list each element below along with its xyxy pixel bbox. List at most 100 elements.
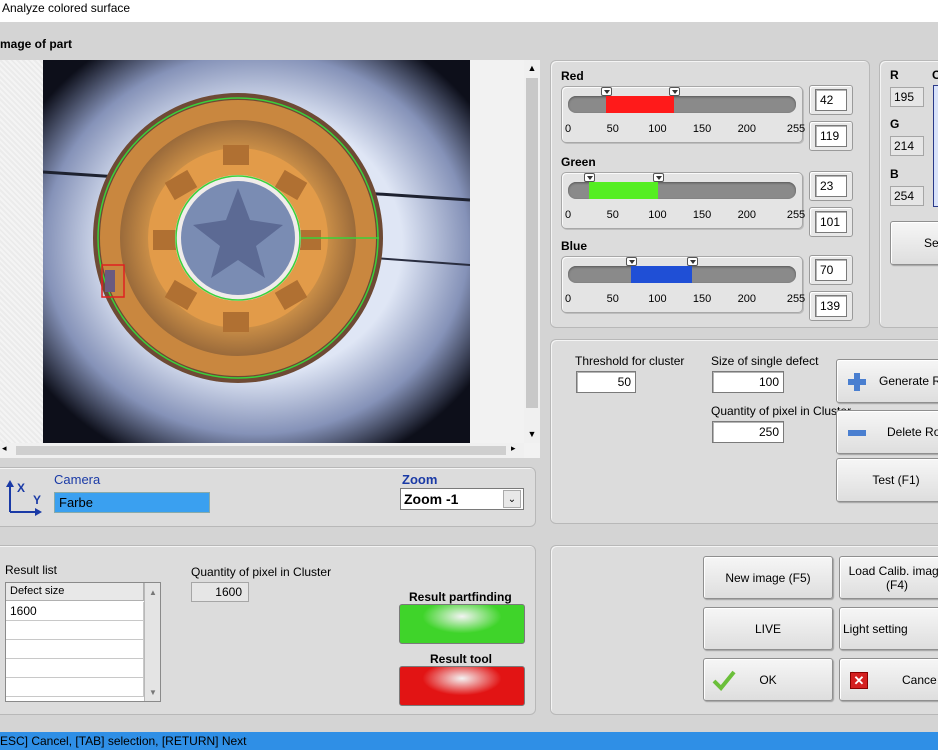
slider-max-handle[interactable] bbox=[653, 173, 665, 182]
channel-slider-2[interactable]: 0 50 100 150 200 255 bbox=[561, 256, 805, 313]
channel-label-1: Green bbox=[561, 155, 596, 169]
slider-tick-labels: 0 50 100 150 200 255 bbox=[565, 293, 805, 307]
ok-label: OK bbox=[759, 672, 777, 687]
channel-min-input[interactable]: 70 bbox=[815, 259, 847, 281]
channel-slider-1[interactable]: 0 50 100 150 200 255 bbox=[561, 172, 805, 229]
part-image[interactable] bbox=[43, 60, 470, 443]
cancel-button[interactable]: ✕ Cance bbox=[839, 658, 938, 701]
delete-roi-label: Delete Ro bbox=[887, 425, 938, 439]
slider-max-handle[interactable] bbox=[669, 87, 681, 96]
live-button[interactable]: LIVE bbox=[703, 607, 833, 650]
h-scrollbar-thumb[interactable] bbox=[16, 446, 506, 455]
tick-label: 50 bbox=[606, 293, 619, 305]
channel-min-input[interactable]: 42 bbox=[815, 89, 847, 111]
channel-min-frame: 70 bbox=[809, 255, 853, 285]
rgb-b-value: 254 bbox=[890, 186, 924, 206]
result-column-header[interactable]: Defect size bbox=[6, 583, 144, 601]
rgb-r-label: R bbox=[890, 68, 899, 82]
image-vertical-scrollbar[interactable]: ▲ ▼ bbox=[524, 60, 540, 443]
tick-label: 100 bbox=[648, 209, 667, 221]
slider-track[interactable] bbox=[568, 266, 796, 283]
threshold-label: Threshold for cluster bbox=[575, 354, 685, 368]
scroll-right-arrow-icon[interactable]: ▸ bbox=[511, 443, 516, 454]
camera-select[interactable]: Farbe bbox=[54, 492, 210, 513]
tick-label: 255 bbox=[786, 293, 806, 305]
channel-min-frame: 42 bbox=[809, 85, 853, 115]
test-button[interactable]: Test (F1) bbox=[836, 458, 938, 502]
new-image-button[interactable]: New image (F5) bbox=[703, 556, 833, 599]
channel-max-frame: 119 bbox=[809, 121, 853, 151]
rgb-b-label: B bbox=[890, 167, 899, 181]
scroll-down-arrow-icon[interactable]: ▼ bbox=[524, 426, 540, 442]
partfinding-indicator bbox=[399, 604, 525, 644]
ok-button[interactable]: OK bbox=[703, 658, 833, 701]
light-setting-button[interactable]: Light setting bbox=[839, 607, 938, 650]
window-titlebar: Analyze colored surface bbox=[0, 0, 938, 22]
channel-max-input[interactable]: 119 bbox=[815, 125, 847, 147]
slider-min-handle[interactable] bbox=[600, 87, 612, 96]
tick-label: 255 bbox=[786, 123, 806, 135]
scroll-up-arrow-icon[interactable]: ▲ bbox=[524, 60, 540, 76]
channel-min-input[interactable]: 23 bbox=[815, 175, 847, 197]
close-icon: ✕ bbox=[850, 672, 868, 689]
tick-label: 100 bbox=[648, 123, 667, 135]
channel-label-0: Red bbox=[561, 69, 584, 83]
zoom-value: Zoom -1 bbox=[404, 491, 459, 507]
threshold-input[interactable]: 50 bbox=[576, 371, 636, 393]
image-viewer[interactable]: ▲ ▼ ◂ ▸ bbox=[0, 60, 540, 458]
axis-y-label: Y bbox=[33, 493, 42, 507]
result-quantity-value: 1600 bbox=[191, 582, 249, 602]
slider-max-handle[interactable] bbox=[687, 257, 699, 266]
image-horizontal-scrollbar[interactable]: ◂ ▸ bbox=[0, 443, 524, 458]
tick-label: 150 bbox=[692, 293, 712, 305]
scrollbar-thumb[interactable] bbox=[526, 78, 538, 408]
chevron-down-icon[interactable]: ⌄ bbox=[503, 490, 521, 508]
result-list-title: Result list bbox=[5, 563, 58, 577]
rgb-r-value: 195 bbox=[890, 87, 924, 107]
camera-label: Camera bbox=[54, 472, 101, 487]
slider-track[interactable] bbox=[568, 182, 796, 199]
scroll-left-arrow-icon[interactable]: ◂ bbox=[2, 443, 7, 454]
channel-slider-0[interactable]: 0 50 100 150 200 255 bbox=[561, 86, 805, 143]
tick-label: 150 bbox=[692, 123, 712, 135]
result-tool-indicator bbox=[399, 666, 525, 706]
list-scroll-down-icon[interactable]: ▼ bbox=[145, 684, 161, 700]
slider-range-fill bbox=[605, 96, 675, 113]
single-defect-input[interactable]: 100 bbox=[712, 371, 784, 393]
bottom-button-panel: New image (F5) Load Calib. image (F4) LI… bbox=[550, 545, 938, 715]
status-bar: ESC] Cancel, [TAB] selection, [RETURN] N… bbox=[0, 732, 938, 750]
delete-roi-button[interactable]: Delete Ro bbox=[836, 410, 938, 454]
channel-max-frame: 101 bbox=[809, 207, 853, 237]
channel-max-input[interactable]: 101 bbox=[815, 211, 847, 233]
set-button[interactable]: Se bbox=[890, 221, 938, 265]
generate-roi-button[interactable]: Generate R bbox=[836, 359, 938, 403]
slider-tick-labels: 0 50 100 150 200 255 bbox=[565, 123, 805, 137]
table-row[interactable] bbox=[6, 659, 144, 678]
generate-roi-label: Generate R bbox=[879, 374, 938, 388]
table-row[interactable] bbox=[6, 640, 144, 659]
result-list-table[interactable]: Defect size 1600 ▲ ▼ bbox=[5, 582, 161, 702]
viewer-background bbox=[0, 60, 43, 443]
table-row[interactable] bbox=[6, 621, 144, 640]
channel-label-2: Blue bbox=[561, 239, 588, 253]
slider-min-handle[interactable] bbox=[583, 173, 595, 182]
slider-tick-labels: 0 50 100 150 200 255 bbox=[565, 209, 805, 223]
slider-range-fill bbox=[588, 182, 659, 199]
zoom-dropdown[interactable]: Zoom -1 ⌄ bbox=[400, 488, 524, 510]
result-list-scrollbar[interactable]: ▲ ▼ bbox=[144, 583, 160, 701]
status-text: ESC] Cancel, [TAB] selection, [RETURN] N… bbox=[0, 734, 247, 748]
cluster-quantity-input[interactable]: 250 bbox=[712, 421, 784, 443]
channel-max-input[interactable]: 139 bbox=[815, 295, 847, 317]
result-tool-label: Result tool bbox=[430, 652, 492, 666]
image-section-title: mage of part bbox=[0, 37, 73, 51]
color-filter-panel: Red 0 50 100 150 200 255 42 119 Green 0 50 100 150 200… bbox=[550, 60, 870, 328]
slider-min-handle[interactable] bbox=[625, 257, 637, 266]
table-row[interactable] bbox=[6, 678, 144, 697]
table-row[interactable]: 1600 bbox=[6, 602, 144, 621]
cluster-quantity-label: Quantity of pixel in Cluster bbox=[711, 404, 852, 418]
tick-label: 150 bbox=[692, 209, 712, 221]
list-scroll-up-icon[interactable]: ▲ bbox=[145, 584, 161, 600]
slider-track[interactable] bbox=[568, 96, 796, 113]
tick-label: 255 bbox=[786, 209, 806, 221]
load-calib-button[interactable]: Load Calib. image (F4) bbox=[839, 556, 938, 599]
